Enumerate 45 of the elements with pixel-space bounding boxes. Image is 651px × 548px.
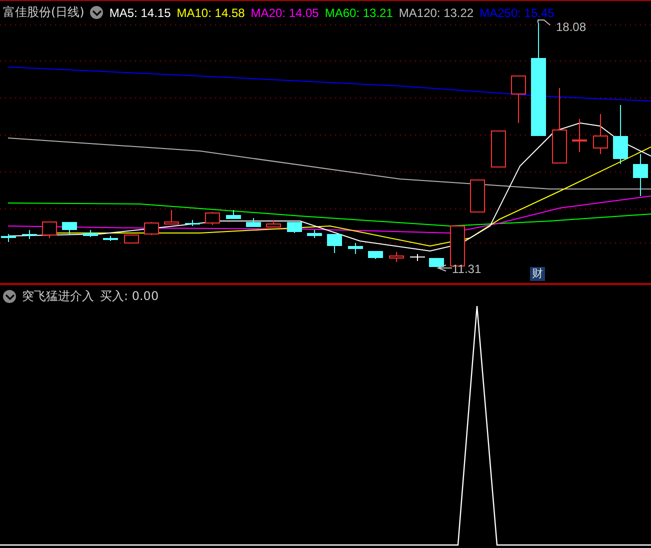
candlestick <box>22 230 37 240</box>
candlestick <box>491 130 506 168</box>
candlestick <box>307 230 322 238</box>
candlestick <box>1 234 16 242</box>
leader-line <box>538 20 550 26</box>
dropdown-icon[interactable] <box>90 6 104 19</box>
stock-title: 富佳股份(日线) <box>3 4 84 21</box>
candlestick <box>368 250 383 260</box>
candlestick <box>62 222 77 234</box>
high-price-label: 18.08 <box>556 20 586 34</box>
candlestick <box>613 104 628 164</box>
candlestick <box>185 220 200 226</box>
candlestick <box>593 114 608 154</box>
candlestick <box>429 258 444 268</box>
moving-average-value: MA10: 14.58 <box>176 6 245 20</box>
moving-average-value: MA60: 13.21 <box>324 6 393 20</box>
candlestick <box>266 220 281 228</box>
candlestick <box>205 212 220 226</box>
candlestick <box>470 180 485 212</box>
finance-marker[interactable]: 财 <box>530 267 545 281</box>
candlestick <box>410 254 426 262</box>
candlestick <box>124 234 139 244</box>
low-price-label: 11.31 <box>452 262 482 276</box>
moving-average-value: MA120: 13.22 <box>398 6 474 20</box>
candlestick <box>42 222 57 238</box>
candlestick <box>226 210 241 220</box>
moving-average-value: MA5: 14.15 <box>109 6 171 20</box>
moving-average-value: MA20: 14.05 <box>250 6 319 20</box>
candlestick <box>103 236 118 242</box>
candlestick <box>246 218 261 228</box>
moving-average-value: MA250: 15.45 <box>480 6 554 20</box>
candlestick <box>144 222 159 236</box>
indicator-name: 突飞猛进介入 <box>22 288 94 305</box>
indicator-reading: 买入: 0.00 <box>100 288 159 305</box>
dropdown-icon[interactable] <box>3 290 16 303</box>
candlestick <box>164 210 179 224</box>
candlestick <box>389 252 404 262</box>
candlestick <box>327 234 342 254</box>
candlestick <box>83 230 98 238</box>
candlestick <box>572 118 587 152</box>
candlestick <box>348 242 363 254</box>
candlestick <box>511 76 526 124</box>
candlestick <box>450 226 465 266</box>
candlestick <box>633 154 648 196</box>
candlestick <box>287 222 302 234</box>
